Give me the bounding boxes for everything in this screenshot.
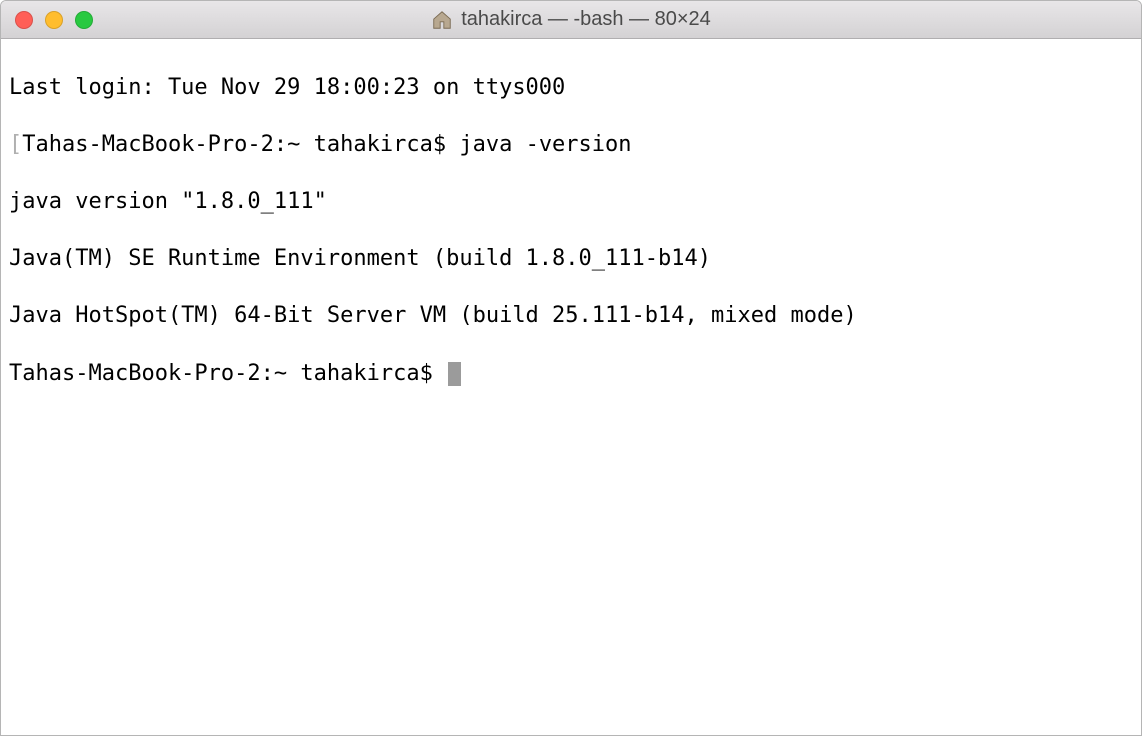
terminal-body[interactable]: Last login: Tue Nov 29 18:00:23 on ttys0… — [1, 39, 1141, 735]
window-title-text: tahakirca — -bash — 80×24 — [461, 8, 711, 31]
terminal-line: Last login: Tue Nov 29 18:00:23 on ttys0… — [9, 74, 1133, 103]
maximize-button[interactable] — [75, 11, 93, 29]
home-icon — [431, 9, 453, 31]
command: java -version — [459, 132, 631, 157]
terminal-line: Java(TM) SE Runtime Environment (build 1… — [9, 245, 1133, 274]
terminal-line: [Tahas-MacBook-Pro-2:~ tahakirca$ java -… — [9, 131, 1133, 160]
traffic-lights — [15, 11, 93, 29]
cursor — [448, 362, 461, 386]
terminal-line: Tahas-MacBook-Pro-2:~ tahakirca$ — [9, 360, 1133, 389]
close-button[interactable] — [15, 11, 33, 29]
prompt: Tahas-MacBook-Pro-2:~ tahakirca$ — [22, 132, 459, 157]
minimize-button[interactable] — [45, 11, 63, 29]
terminal-line: Java HotSpot(TM) 64-Bit Server VM (build… — [9, 302, 1133, 331]
terminal-window: tahakirca — -bash — 80×24 Last login: Tu… — [0, 0, 1142, 736]
prompt: Tahas-MacBook-Pro-2:~ tahakirca$ — [9, 361, 446, 386]
window-title: tahakirca — -bash — 80×24 — [431, 8, 711, 31]
terminal-line: java version "1.8.0_111" — [9, 188, 1133, 217]
title-bar[interactable]: tahakirca — -bash — 80×24 — [1, 1, 1141, 39]
